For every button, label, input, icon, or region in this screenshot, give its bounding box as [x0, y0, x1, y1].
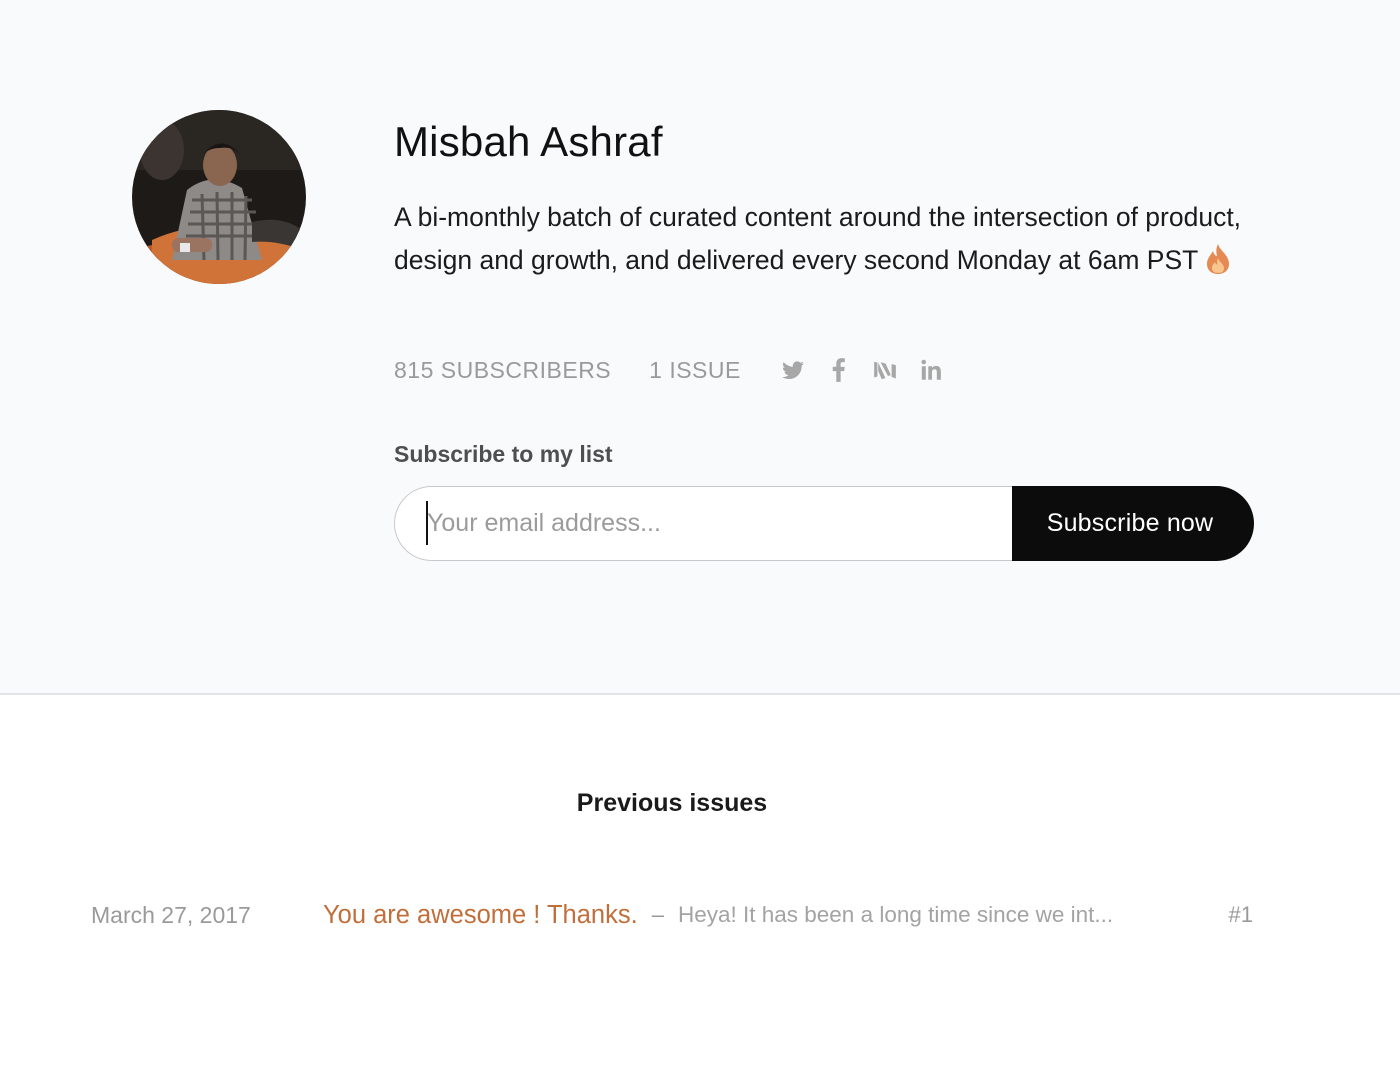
issue-separator: – [651, 902, 664, 927]
profile-header: Misbah Ashraf A bi-monthly batch of cura… [0, 0, 1400, 695]
profile-name: Misbah Ashraf [394, 118, 663, 165]
social-links [779, 356, 963, 384]
subscriber-count: 815 SUBSCRIBERS [394, 356, 612, 383]
avatar [132, 110, 306, 284]
issue-date: March 27, 2017 [91, 901, 251, 928]
bio-text: A bi-monthly batch of curated content ar… [394, 202, 1242, 275]
facebook-icon[interactable] [825, 356, 853, 384]
twitter-icon[interactable] [779, 356, 807, 384]
subscribe-button[interactable]: Subscribe now [1012, 486, 1254, 561]
medium-icon[interactable] [871, 356, 899, 384]
fire-icon [1204, 243, 1232, 275]
issue-count: 1 ISSUE [649, 356, 741, 383]
subscribe-form: Subscribe now [394, 486, 1254, 561]
issue-row[interactable]: March 27, 2017 You are awesome ! Thanks.… [91, 895, 1261, 935]
issue-number: #1 [1228, 902, 1253, 927]
text-caret [426, 501, 428, 545]
issue-title-link[interactable]: You are awesome ! Thanks. [323, 901, 638, 930]
subscribe-label: Subscribe to my list [394, 441, 613, 467]
issue-excerpt: Heya! It has been a long time since we i… [677, 902, 1114, 927]
linkedin-icon[interactable] [917, 356, 945, 384]
email-input[interactable] [394, 486, 1012, 561]
profile-stats: 815 SUBSCRIBERS 1 ISSUE [394, 352, 963, 388]
previous-issues-heading: Previous issues [576, 789, 768, 817]
profile-bio: A bi-monthly batch of curated content ar… [394, 196, 1254, 282]
